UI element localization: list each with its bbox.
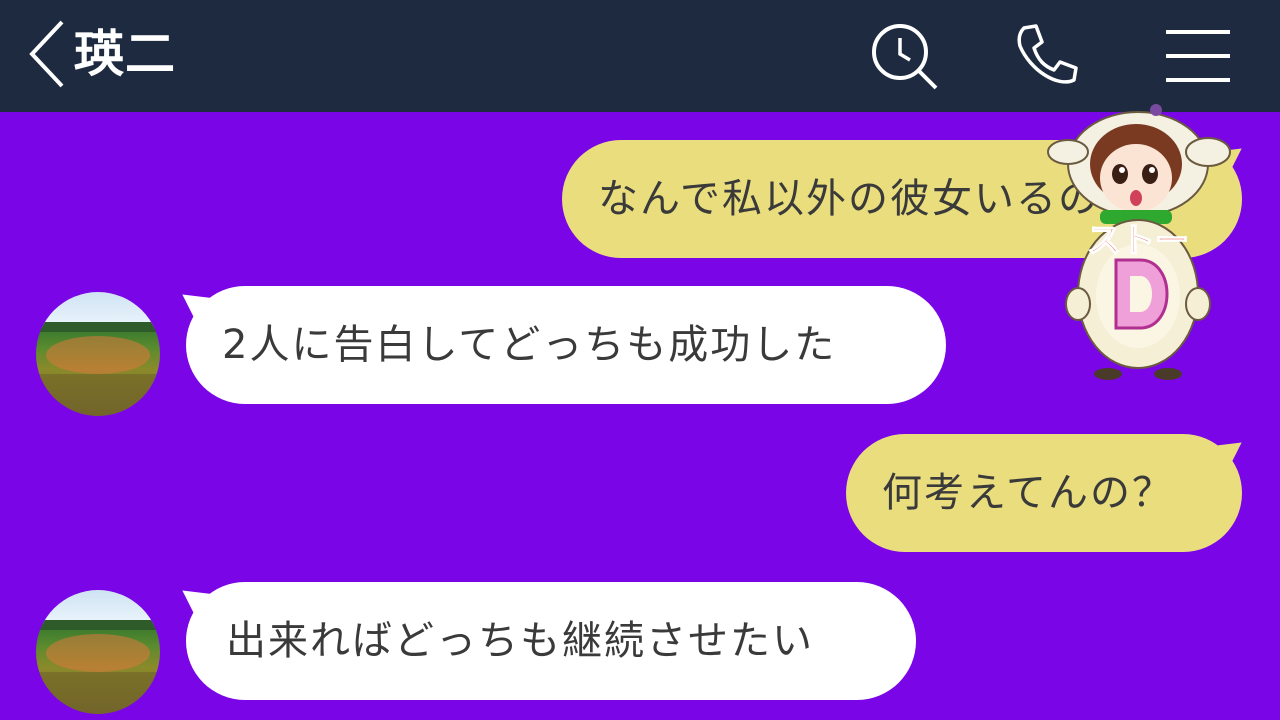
mascot-sticker: ストー [1047, 104, 1231, 380]
avatar-field [46, 634, 150, 672]
chevron-left-icon [29, 20, 64, 88]
contact-avatar[interactable] [36, 590, 160, 714]
call-button[interactable] [1008, 18, 1084, 94]
message-text: 2人に告白してどっちも成功した [222, 322, 837, 368]
avatar-trees [36, 620, 160, 630]
message-text: 何考えてんの？ [882, 470, 1174, 516]
message-bubble-received[interactable]: 出来ればどっちも継続させたい [186, 582, 916, 700]
phone-icon [1017, 24, 1078, 84]
message-bubble-received[interactable]: 2人に告白してどっちも成功した [186, 286, 946, 404]
back-button[interactable] [22, 18, 70, 90]
avatar-ground [36, 374, 160, 416]
search-button[interactable] [866, 18, 942, 94]
avatar-trees [36, 322, 160, 332]
chat-header: 瑛二 [0, 0, 1280, 112]
chat-area[interactable]: なんで私以外の彼女いるの？ 2人に告白してどっちも成功した 何考えてんの？ 出来… [0, 104, 1280, 720]
message-text: 出来ればどっちも継続させたい [226, 618, 814, 664]
avatar-field [46, 336, 150, 374]
chat-title: 瑛二 [74, 25, 176, 83]
search-clock-icon [872, 24, 938, 90]
avatar-ground [36, 672, 160, 714]
contact-avatar[interactable] [36, 292, 160, 416]
menu-icon [1166, 30, 1230, 82]
sticker-logo-text: ストー [1087, 221, 1189, 261]
menu-button[interactable] [1160, 18, 1236, 94]
message-bubble-sent[interactable]: 何考えてんの？ [846, 434, 1242, 552]
